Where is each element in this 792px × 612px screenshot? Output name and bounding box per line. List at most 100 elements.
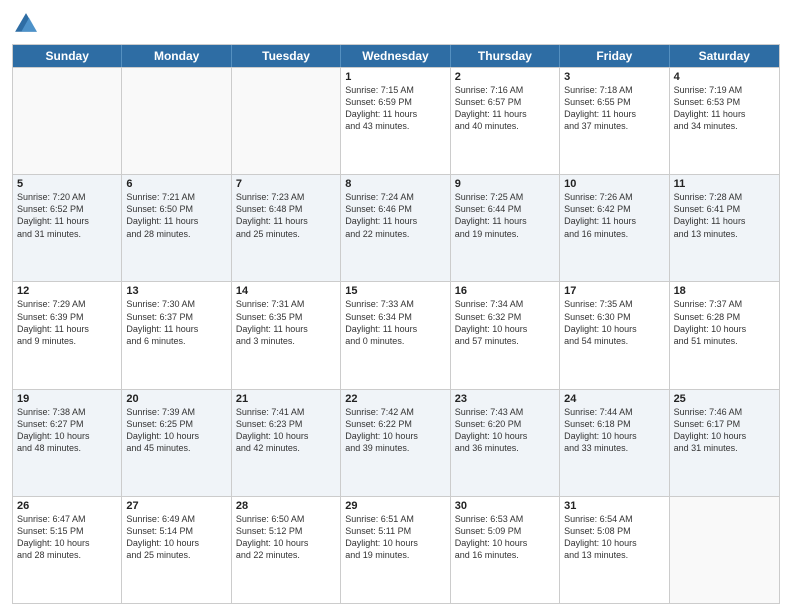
day-number: 4 (674, 71, 775, 83)
cell-content: Sunrise: 7:16 AM Sunset: 6:57 PM Dayligh… (455, 84, 555, 133)
day-cell-22: 22Sunrise: 7:42 AM Sunset: 6:22 PM Dayli… (341, 390, 450, 496)
day-number: 22 (345, 393, 445, 405)
day-number: 27 (126, 500, 226, 512)
cell-content: Sunrise: 6:54 AM Sunset: 5:08 PM Dayligh… (564, 513, 664, 562)
day-cell-31: 31Sunrise: 6:54 AM Sunset: 5:08 PM Dayli… (560, 497, 669, 603)
day-cell-7: 7Sunrise: 7:23 AM Sunset: 6:48 PM Daylig… (232, 175, 341, 281)
day-number: 5 (17, 178, 117, 190)
day-cell-25: 25Sunrise: 7:46 AM Sunset: 6:17 PM Dayli… (670, 390, 779, 496)
cell-content: Sunrise: 7:23 AM Sunset: 6:48 PM Dayligh… (236, 191, 336, 240)
day-number: 8 (345, 178, 445, 190)
day-cell-23: 23Sunrise: 7:43 AM Sunset: 6:20 PM Dayli… (451, 390, 560, 496)
day-number: 24 (564, 393, 664, 405)
day-cell-21: 21Sunrise: 7:41 AM Sunset: 6:23 PM Dayli… (232, 390, 341, 496)
page: SundayMondayTuesdayWednesdayThursdayFrid… (0, 0, 792, 612)
empty-cell-0-1 (122, 68, 231, 174)
day-cell-29: 29Sunrise: 6:51 AM Sunset: 5:11 PM Dayli… (341, 497, 450, 603)
cell-content: Sunrise: 7:21 AM Sunset: 6:50 PM Dayligh… (126, 191, 226, 240)
header-day-tuesday: Tuesday (232, 45, 341, 67)
day-number: 10 (564, 178, 664, 190)
cell-content: Sunrise: 7:31 AM Sunset: 6:35 PM Dayligh… (236, 298, 336, 347)
cell-content: Sunrise: 7:42 AM Sunset: 6:22 PM Dayligh… (345, 406, 445, 455)
day-cell-3: 3Sunrise: 7:18 AM Sunset: 6:55 PM Daylig… (560, 68, 669, 174)
day-number: 17 (564, 285, 664, 297)
calendar-row-0: 1Sunrise: 7:15 AM Sunset: 6:59 PM Daylig… (13, 67, 779, 174)
day-cell-16: 16Sunrise: 7:34 AM Sunset: 6:32 PM Dayli… (451, 282, 560, 388)
calendar-row-1: 5Sunrise: 7:20 AM Sunset: 6:52 PM Daylig… (13, 174, 779, 281)
day-number: 3 (564, 71, 664, 83)
day-number: 28 (236, 500, 336, 512)
day-number: 23 (455, 393, 555, 405)
calendar-header: SundayMondayTuesdayWednesdayThursdayFrid… (13, 45, 779, 67)
day-cell-13: 13Sunrise: 7:30 AM Sunset: 6:37 PM Dayli… (122, 282, 231, 388)
logo-icon (12, 10, 40, 38)
day-cell-27: 27Sunrise: 6:49 AM Sunset: 5:14 PM Dayli… (122, 497, 231, 603)
empty-cell-4-6 (670, 497, 779, 603)
header-day-friday: Friday (560, 45, 669, 67)
day-cell-30: 30Sunrise: 6:53 AM Sunset: 5:09 PM Dayli… (451, 497, 560, 603)
logo (12, 10, 44, 38)
header-day-thursday: Thursday (451, 45, 560, 67)
empty-cell-0-2 (232, 68, 341, 174)
cell-content: Sunrise: 6:49 AM Sunset: 5:14 PM Dayligh… (126, 513, 226, 562)
day-cell-2: 2Sunrise: 7:16 AM Sunset: 6:57 PM Daylig… (451, 68, 560, 174)
day-cell-24: 24Sunrise: 7:44 AM Sunset: 6:18 PM Dayli… (560, 390, 669, 496)
day-cell-20: 20Sunrise: 7:39 AM Sunset: 6:25 PM Dayli… (122, 390, 231, 496)
calendar: SundayMondayTuesdayWednesdayThursdayFrid… (12, 44, 780, 604)
cell-content: Sunrise: 7:18 AM Sunset: 6:55 PM Dayligh… (564, 84, 664, 133)
cell-content: Sunrise: 7:44 AM Sunset: 6:18 PM Dayligh… (564, 406, 664, 455)
cell-content: Sunrise: 7:26 AM Sunset: 6:42 PM Dayligh… (564, 191, 664, 240)
day-number: 12 (17, 285, 117, 297)
day-number: 26 (17, 500, 117, 512)
cell-content: Sunrise: 6:51 AM Sunset: 5:11 PM Dayligh… (345, 513, 445, 562)
header-day-monday: Monday (122, 45, 231, 67)
cell-content: Sunrise: 7:37 AM Sunset: 6:28 PM Dayligh… (674, 298, 775, 347)
day-number: 9 (455, 178, 555, 190)
cell-content: Sunrise: 7:46 AM Sunset: 6:17 PM Dayligh… (674, 406, 775, 455)
day-cell-17: 17Sunrise: 7:35 AM Sunset: 6:30 PM Dayli… (560, 282, 669, 388)
cell-content: Sunrise: 7:29 AM Sunset: 6:39 PM Dayligh… (17, 298, 117, 347)
cell-content: Sunrise: 6:47 AM Sunset: 5:15 PM Dayligh… (17, 513, 117, 562)
cell-content: Sunrise: 7:24 AM Sunset: 6:46 PM Dayligh… (345, 191, 445, 240)
cell-content: Sunrise: 7:28 AM Sunset: 6:41 PM Dayligh… (674, 191, 775, 240)
day-number: 19 (17, 393, 117, 405)
cell-content: Sunrise: 7:15 AM Sunset: 6:59 PM Dayligh… (345, 84, 445, 133)
day-cell-18: 18Sunrise: 7:37 AM Sunset: 6:28 PM Dayli… (670, 282, 779, 388)
header (12, 10, 780, 38)
calendar-row-2: 12Sunrise: 7:29 AM Sunset: 6:39 PM Dayli… (13, 281, 779, 388)
day-number: 14 (236, 285, 336, 297)
day-number: 15 (345, 285, 445, 297)
day-number: 1 (345, 71, 445, 83)
cell-content: Sunrise: 7:38 AM Sunset: 6:27 PM Dayligh… (17, 406, 117, 455)
day-cell-4: 4Sunrise: 7:19 AM Sunset: 6:53 PM Daylig… (670, 68, 779, 174)
calendar-row-4: 26Sunrise: 6:47 AM Sunset: 5:15 PM Dayli… (13, 496, 779, 603)
day-cell-12: 12Sunrise: 7:29 AM Sunset: 6:39 PM Dayli… (13, 282, 122, 388)
day-number: 29 (345, 500, 445, 512)
cell-content: Sunrise: 7:41 AM Sunset: 6:23 PM Dayligh… (236, 406, 336, 455)
day-cell-14: 14Sunrise: 7:31 AM Sunset: 6:35 PM Dayli… (232, 282, 341, 388)
day-cell-9: 9Sunrise: 7:25 AM Sunset: 6:44 PM Daylig… (451, 175, 560, 281)
day-cell-26: 26Sunrise: 6:47 AM Sunset: 5:15 PM Dayli… (13, 497, 122, 603)
calendar-row-3: 19Sunrise: 7:38 AM Sunset: 6:27 PM Dayli… (13, 389, 779, 496)
cell-content: Sunrise: 7:33 AM Sunset: 6:34 PM Dayligh… (345, 298, 445, 347)
day-number: 18 (674, 285, 775, 297)
header-day-saturday: Saturday (670, 45, 779, 67)
day-cell-1: 1Sunrise: 7:15 AM Sunset: 6:59 PM Daylig… (341, 68, 450, 174)
day-cell-10: 10Sunrise: 7:26 AM Sunset: 6:42 PM Dayli… (560, 175, 669, 281)
day-number: 2 (455, 71, 555, 83)
day-cell-5: 5Sunrise: 7:20 AM Sunset: 6:52 PM Daylig… (13, 175, 122, 281)
day-cell-28: 28Sunrise: 6:50 AM Sunset: 5:12 PM Dayli… (232, 497, 341, 603)
empty-cell-0-0 (13, 68, 122, 174)
cell-content: Sunrise: 7:20 AM Sunset: 6:52 PM Dayligh… (17, 191, 117, 240)
day-number: 7 (236, 178, 336, 190)
cell-content: Sunrise: 6:53 AM Sunset: 5:09 PM Dayligh… (455, 513, 555, 562)
cell-content: Sunrise: 6:50 AM Sunset: 5:12 PM Dayligh… (236, 513, 336, 562)
day-number: 13 (126, 285, 226, 297)
day-number: 30 (455, 500, 555, 512)
day-cell-19: 19Sunrise: 7:38 AM Sunset: 6:27 PM Dayli… (13, 390, 122, 496)
cell-content: Sunrise: 7:35 AM Sunset: 6:30 PM Dayligh… (564, 298, 664, 347)
day-number: 25 (674, 393, 775, 405)
day-number: 21 (236, 393, 336, 405)
cell-content: Sunrise: 7:19 AM Sunset: 6:53 PM Dayligh… (674, 84, 775, 133)
cell-content: Sunrise: 7:30 AM Sunset: 6:37 PM Dayligh… (126, 298, 226, 347)
